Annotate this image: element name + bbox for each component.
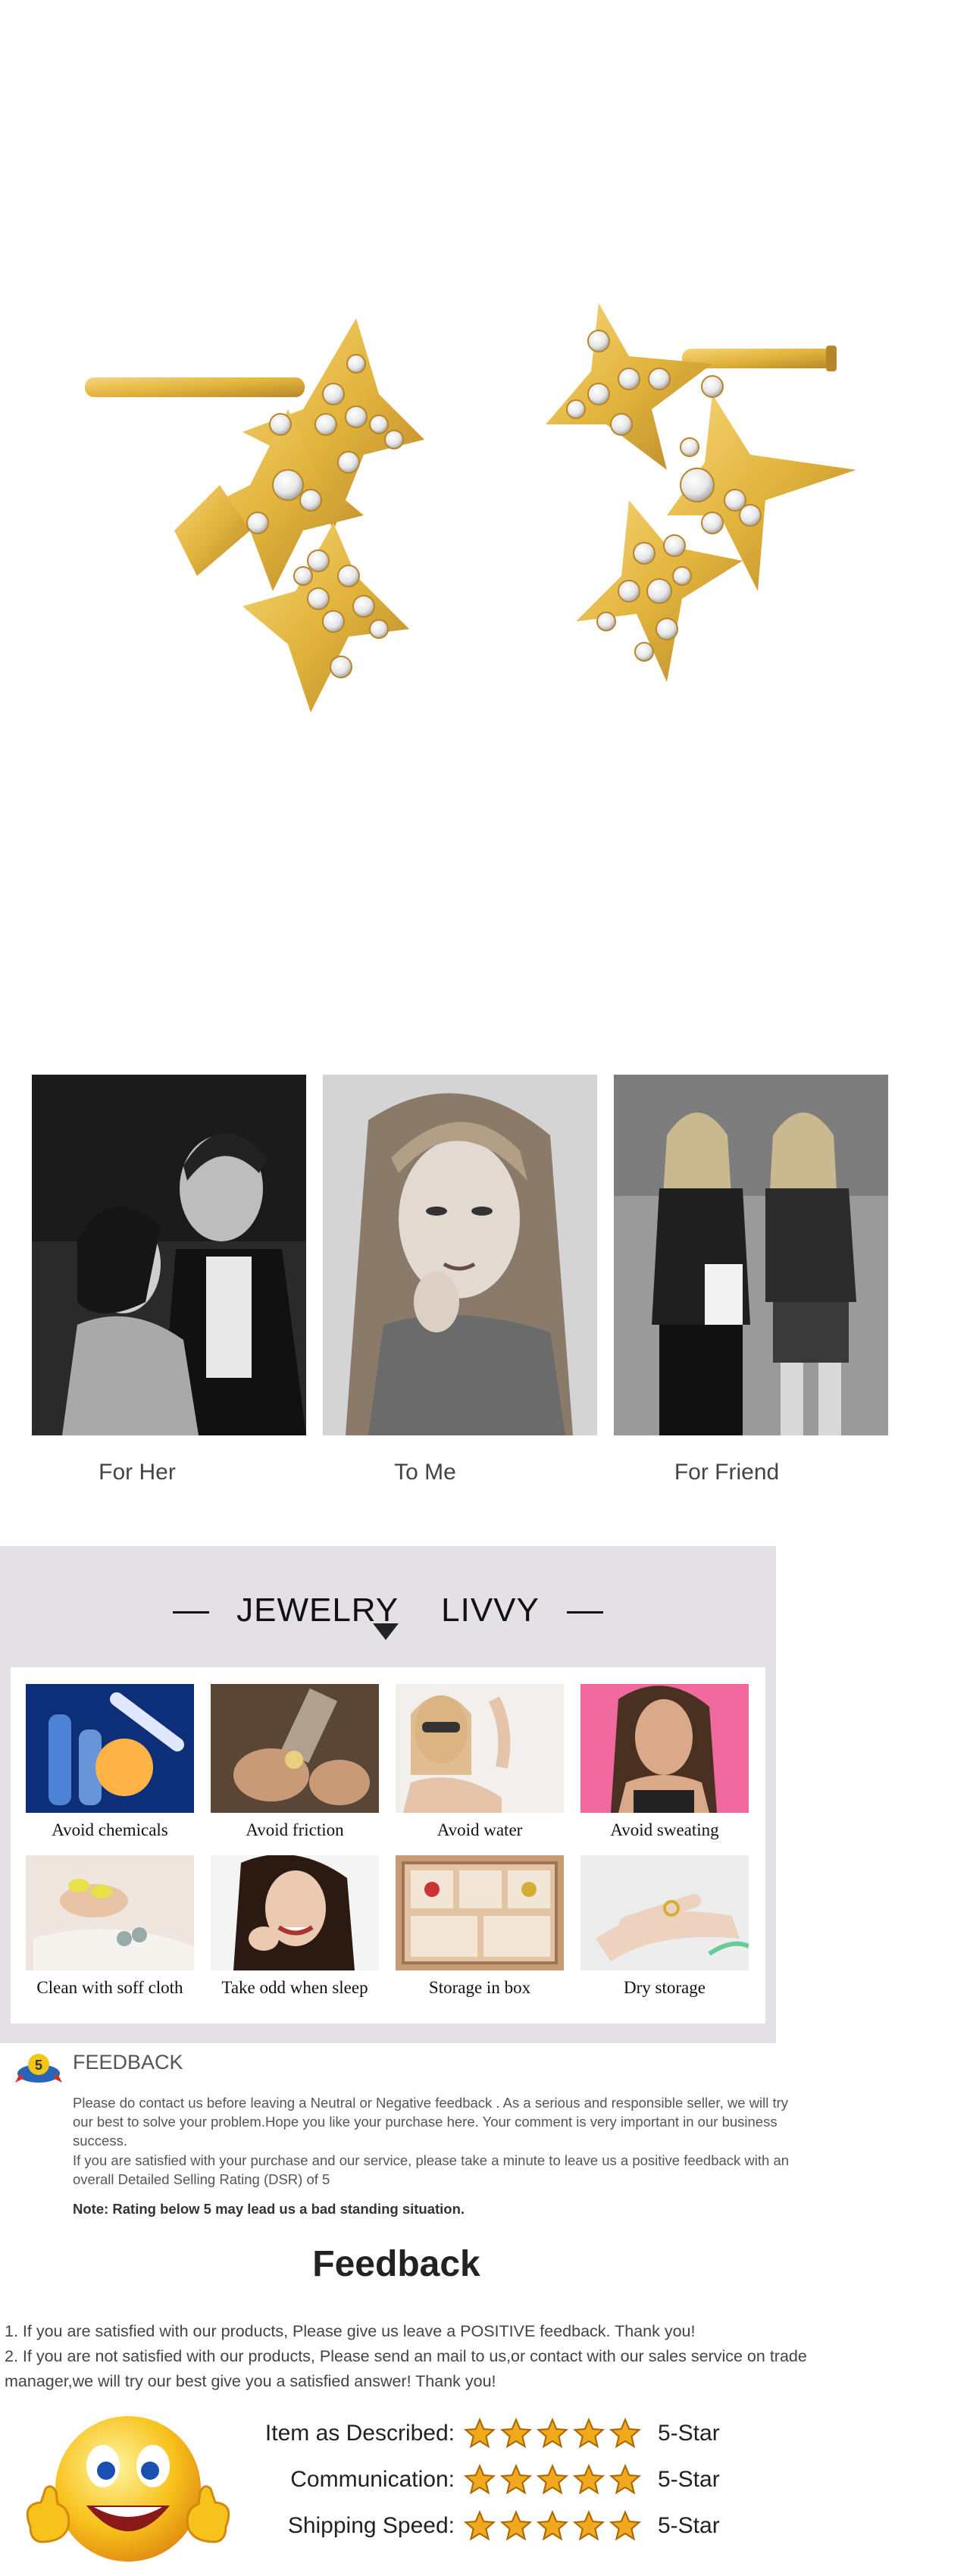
star-icon <box>500 2510 532 2541</box>
left-earring <box>85 318 424 712</box>
star-icon <box>609 2510 641 2541</box>
feedback-paragraph-2: If you are satisfied with your purchase … <box>73 2152 790 2187</box>
badge-number: 5 <box>35 2058 42 2073</box>
gift-photo-friend <box>614 1075 888 1435</box>
rating-label: Item as Described: <box>264 2421 455 2446</box>
feedback-note: Note: Rating below 5 may lead us a bad s… <box>73 2201 465 2217</box>
feedback-line-1: 1. If you are satisfied with our product… <box>5 2322 696 2340</box>
gift-photo-her <box>32 1075 306 1435</box>
title-dash-left <box>173 1610 210 1614</box>
woman-pink-background-image <box>580 1684 749 1813</box>
polishing-tool-image <box>211 1684 379 1813</box>
feedback-line-2: 2. If you are not satisfied with our pro… <box>5 2347 807 2390</box>
care-label: Avoid chemicals <box>52 1820 168 1839</box>
rating-stars <box>464 2418 646 2451</box>
gift-photo-me <box>323 1075 597 1435</box>
rating-label: Shipping Speed: <box>287 2513 455 2538</box>
feedback-big-title: Feedback <box>312 2244 480 2284</box>
triangle-down-icon <box>373 1623 399 1640</box>
care-instructions-panel: JEWELRY LIVVY Avoid chemicals Avoid frict… <box>0 1546 776 2043</box>
care-item-chemicals: Avoid chemicals <box>26 1684 194 1840</box>
right-earring <box>546 303 856 682</box>
care-item-cloth: Clean with soff cloth <box>26 1855 194 1998</box>
star-icon <box>537 2510 568 2541</box>
star-icon <box>609 2464 641 2495</box>
care-item-box: Storage in box <box>396 1855 564 1998</box>
brand-right-text: LIVVY <box>441 1592 540 1629</box>
care-item-friction: Avoid friction <box>211 1684 379 1840</box>
rating-stars <box>464 2464 646 2497</box>
care-label: Take odd when sleep <box>221 1978 368 1997</box>
care-label: Dry storage <box>624 1978 706 1997</box>
care-label: Avoid sweating <box>610 1820 719 1839</box>
care-label: Avoid friction <box>246 1820 344 1839</box>
gift-caption-me: To Me <box>394 1460 456 1485</box>
star-icon <box>464 2510 496 2541</box>
star-earrings-illustration <box>85 303 856 712</box>
title-dash-right <box>566 1610 603 1614</box>
rating-row-shipping: Shipping Speed: 5-Star <box>227 2509 773 2546</box>
care-item-sleep: Take odd when sleep <box>211 1855 379 1998</box>
star-icon <box>464 2464 496 2495</box>
feedback-paragraph-1: Please do contact us before leaving a Ne… <box>73 2095 789 2149</box>
care-grid: Avoid chemicals Avoid friction Avoid wat… <box>11 1667 765 2024</box>
lab-flask-image <box>26 1684 194 1813</box>
rating-label: Communication: <box>290 2467 455 2492</box>
five-star-badge-icon: 5 <box>15 2051 62 2084</box>
rating-row-described: Item as Described: 5-Star <box>227 2416 773 2454</box>
product-image <box>0 0 970 1008</box>
hand-ring-image <box>580 1855 749 1970</box>
star-icon <box>537 2464 568 2495</box>
gift-caption-friend: For Friend <box>674 1460 780 1485</box>
care-label: Avoid water <box>436 1820 523 1839</box>
care-item-dry: Dry storage <box>580 1855 749 1998</box>
woman-sunglasses-image <box>396 1684 564 1813</box>
rating-value: 5-Star <box>658 2467 720 2492</box>
care-label: Storage in box <box>428 1978 531 1997</box>
gift-caption-her: For Her <box>99 1460 176 1485</box>
smiling-woman-image <box>211 1855 379 1970</box>
star-icon <box>500 2464 532 2495</box>
star-icon <box>500 2418 532 2449</box>
thumbs-up-smiley-icon <box>18 2413 238 2572</box>
star-icon <box>537 2418 568 2449</box>
rating-row-communication: Communication: 5-Star <box>227 2462 773 2500</box>
rating-stars <box>464 2510 646 2543</box>
care-item-sweating: Avoid sweating <box>580 1684 749 1840</box>
star-icon <box>573 2510 605 2541</box>
care-label: Clean with soff cloth <box>36 1978 183 1997</box>
star-icon <box>464 2418 496 2449</box>
jewelry-box-image <box>396 1855 564 1970</box>
star-icon <box>573 2464 605 2495</box>
rating-value: 5-Star <box>658 2513 720 2538</box>
star-icon <box>573 2418 605 2449</box>
rating-value: 5-Star <box>658 2421 720 2446</box>
star-icon <box>609 2418 641 2449</box>
cleaning-cloth-image <box>26 1855 194 1970</box>
feedback-heading: FEEDBACK <box>73 2051 183 2074</box>
care-item-water: Avoid water <box>396 1684 564 1840</box>
